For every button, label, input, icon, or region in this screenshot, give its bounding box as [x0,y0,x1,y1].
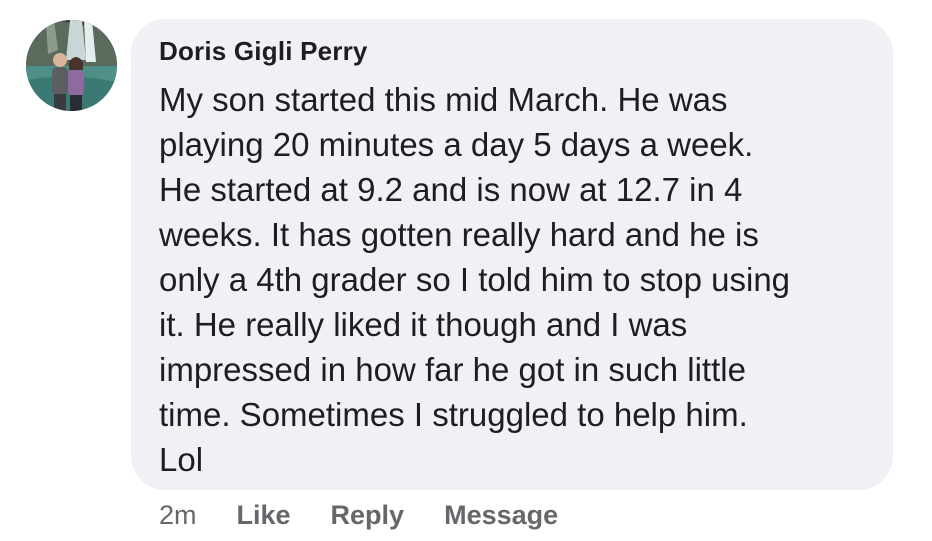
comment-text-line: playing 20 minutes a day 5 days a week. [159,126,754,163]
comment-timestamp[interactable]: 2m [159,500,197,531]
comment-text-line: He started at 9.2 and is now at 12.7 in … [159,171,743,208]
comment-text-line: impressed in how far he got in such litt… [159,351,746,388]
like-button[interactable]: Like [237,500,291,531]
comment-text-line: Lol [159,441,204,478]
message-button[interactable]: Message [444,500,558,531]
avatar[interactable] [26,20,117,111]
comment-author-name[interactable]: Doris Gigli Perry [159,36,368,67]
comment-text: My son started this mid March. He was pl… [159,77,790,482]
comment-text-line: time. Sometimes I struggled to help him. [159,396,748,433]
comment-text-line: weeks. It has gotten really hard and he … [159,216,759,253]
avatar-photo [26,20,117,111]
comment-text-line: it. He really liked it though and I was [159,306,688,343]
reply-button[interactable]: Reply [331,500,405,531]
comment-text-line: only a 4th grader so I told him to stop … [159,261,791,298]
comment-actions-bar: 2m Like Reply Message [159,497,558,533]
comment-text-line: My son started this mid March. He was [159,81,728,118]
